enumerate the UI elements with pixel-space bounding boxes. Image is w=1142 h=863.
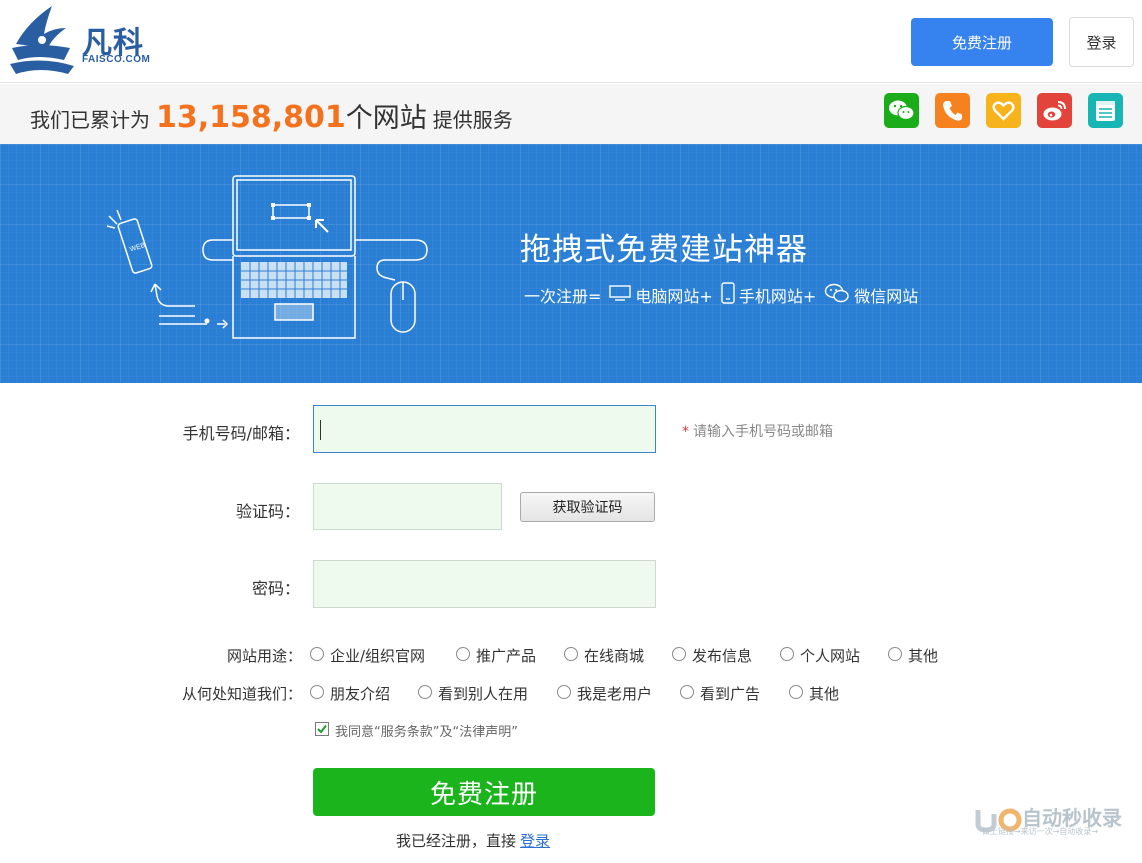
account-label: 手机号码/邮箱： [182, 424, 300, 443]
mobile-phone-icon [721, 282, 735, 308]
site-count: 13,158,801 [156, 100, 346, 135]
account-hint: * 请输入手机号码或邮箱 [682, 424, 833, 440]
monitor-icon [609, 284, 632, 306]
purpose-option-promote[interactable]: 推广产品 [476, 645, 536, 666]
text-caret [320, 420, 321, 440]
source-option-ad[interactable]: 看到广告 [700, 683, 760, 704]
verification-code-input[interactable] [313, 483, 502, 530]
purpose-option-shop[interactable]: 在线商城 [584, 645, 644, 666]
get-code-button[interactable]: 获取验证码 [520, 492, 655, 522]
already-registered: 我已经注册，直接 登录 [396, 830, 550, 851]
banner-sub-pc: 电脑网站+ [635, 287, 713, 306]
stats-suffix: 提供服务 [432, 108, 513, 132]
source-option-others-use[interactable]: 看到别人在用 [438, 683, 528, 704]
purpose-radio-other[interactable] [888, 647, 902, 661]
source-radio-friend[interactable] [310, 685, 324, 699]
phone-icon[interactable] [935, 93, 970, 128]
account-hint-text: 请输入手机号码或邮箱 [693, 424, 833, 440]
agree-checkbox[interactable] [315, 722, 329, 736]
phone-web-badge: WEB [129, 242, 147, 254]
banner-subtitle: 一次注册= 电脑网站+ 手机网站+ 微信网站 [524, 282, 919, 308]
source-radio-other[interactable] [789, 685, 803, 699]
purpose-radio-personal[interactable] [780, 647, 794, 661]
source-radio-others-use[interactable] [418, 685, 432, 699]
banner-title: 拖拽式免费建站神器 [520, 232, 808, 268]
login-link[interactable]: 登录 [520, 832, 550, 850]
stats-bar: 我们已累计为 13,158,801个网站 提供服务 [0, 84, 1142, 144]
account-input[interactable] [313, 405, 656, 453]
stats-unit: 个网站 [345, 103, 427, 134]
header-register-button[interactable]: 免费注册 [911, 18, 1053, 66]
password-input[interactable] [313, 560, 656, 608]
wechat-outline-icon [824, 283, 850, 307]
logo-domain: FAISCO.COM [82, 54, 151, 65]
source-option-old-user[interactable]: 我是老用户 [577, 683, 652, 704]
purpose-option-publish[interactable]: 发布信息 [692, 645, 752, 666]
code-label: 验证码： [235, 502, 300, 521]
source-radio-old-user[interactable] [557, 685, 571, 699]
purpose-radio-corporate[interactable] [310, 647, 324, 661]
wechat-icon[interactable] [884, 93, 919, 128]
purpose-radio-shop[interactable] [564, 647, 578, 661]
faisco-logo[interactable]: 凡科 FAISCO.COM [8, 4, 158, 78]
heart-icon[interactable] [986, 93, 1021, 128]
watermark-subtext: 做上链接→来访一次→自动收录→ [982, 827, 1099, 836]
stats-prefix: 我们已累计为 [30, 108, 150, 132]
notepad-icon[interactable] [1088, 93, 1123, 128]
password-label: 密码： [251, 579, 300, 598]
purpose-label: 网站用途： [226, 647, 302, 665]
banner-sub-prefix: 一次注册= [524, 287, 602, 306]
purpose-option-corporate[interactable]: 企业/组织官网 [330, 645, 425, 666]
weibo-icon[interactable] [1037, 93, 1072, 128]
purpose-radio-promote[interactable] [456, 647, 470, 661]
register-submit-button[interactable]: 免费注册 [313, 768, 655, 816]
agree-terms-text[interactable]: 我同意“服务条款”及“法律声明” [335, 721, 518, 740]
pirate-ship-logo-icon [10, 6, 74, 74]
purpose-radio-publish[interactable] [672, 647, 686, 661]
source-radio-ad[interactable] [680, 685, 694, 699]
banner-sub-mobile: 手机网站+ [738, 287, 817, 306]
stats-text: 我们已累计为 13,158,801个网站 提供服务 [30, 96, 513, 135]
source-label: 从何处知道我们： [181, 685, 302, 703]
already-registered-text: 我已经注册，直接 [396, 832, 517, 850]
purpose-option-other[interactable]: 其他 [908, 645, 938, 666]
top-header: 凡科 FAISCO.COM 免费注册 登录 [0, 0, 1142, 83]
checkmark-icon [317, 724, 327, 734]
source-option-friend[interactable]: 朋友介绍 [330, 683, 390, 704]
laptop-illustration-icon: WEB [106, 175, 428, 339]
banner-sub-wechat: 微信网站 [854, 287, 919, 306]
purpose-option-personal[interactable]: 个人网站 [800, 645, 860, 666]
source-option-other[interactable]: 其他 [809, 683, 839, 704]
header-login-button[interactable]: 登录 [1069, 17, 1134, 67]
